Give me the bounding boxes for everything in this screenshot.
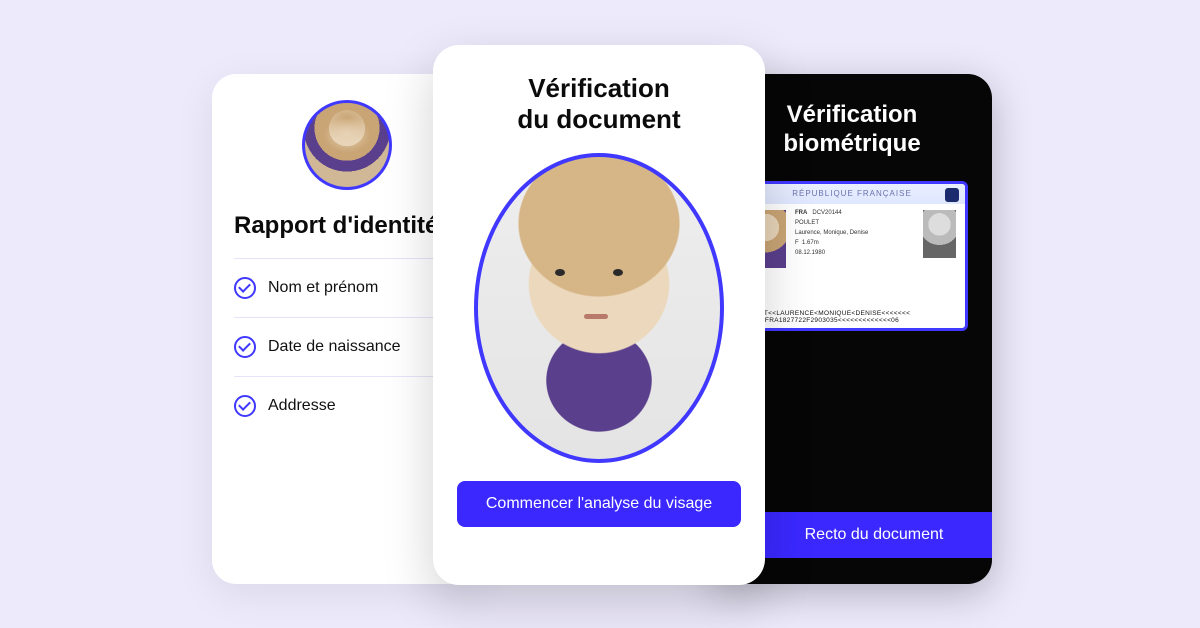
avatar bbox=[302, 100, 392, 190]
id-card-mrz: OULET<<LAURENCE<MONIQUE<DENISE<<<<<<< 58… bbox=[739, 310, 965, 325]
face-capture-oval bbox=[474, 153, 724, 463]
id-card-body: FRA DCV20144 POULET Laurence, Monique, D… bbox=[739, 204, 965, 304]
id-card-badge-icon bbox=[945, 188, 959, 202]
list-item: Date de naissance bbox=[234, 317, 460, 376]
check-icon bbox=[234, 336, 256, 358]
document-verification-title: Vérification du document bbox=[457, 73, 741, 135]
id-card-country-label: RÉPUBLIQUE FRANÇAISE bbox=[792, 189, 912, 198]
document-verification-card: Vérification du document Commencer l'ana… bbox=[433, 45, 765, 585]
id-card-photo-bw bbox=[923, 210, 959, 258]
id-card-header: RÉPUBLIQUE FRANÇAISE bbox=[739, 184, 965, 204]
list-item-label: Date de naissance bbox=[268, 338, 401, 356]
list-item-label: Addresse bbox=[268, 397, 336, 415]
check-icon bbox=[234, 395, 256, 417]
identity-report-title: Rapport d'identité bbox=[234, 212, 460, 240]
start-face-analysis-button[interactable]: Commencer l'analyse du visage bbox=[457, 481, 741, 527]
scan-front-button[interactable]: Recto du document bbox=[734, 512, 992, 558]
id-card-preview: RÉPUBLIQUE FRANÇAISE FRA DCV20144 POULET… bbox=[736, 181, 968, 331]
id-card-fields: FRA DCV20144 POULET Laurence, Monique, D… bbox=[795, 210, 917, 298]
list-item: Addresse bbox=[234, 376, 460, 435]
biometric-title: Vérification biométrique bbox=[734, 100, 970, 159]
list-item-label: Nom et prénom bbox=[268, 279, 378, 297]
check-icon bbox=[234, 277, 256, 299]
list-item: Nom et prénom bbox=[234, 258, 460, 317]
